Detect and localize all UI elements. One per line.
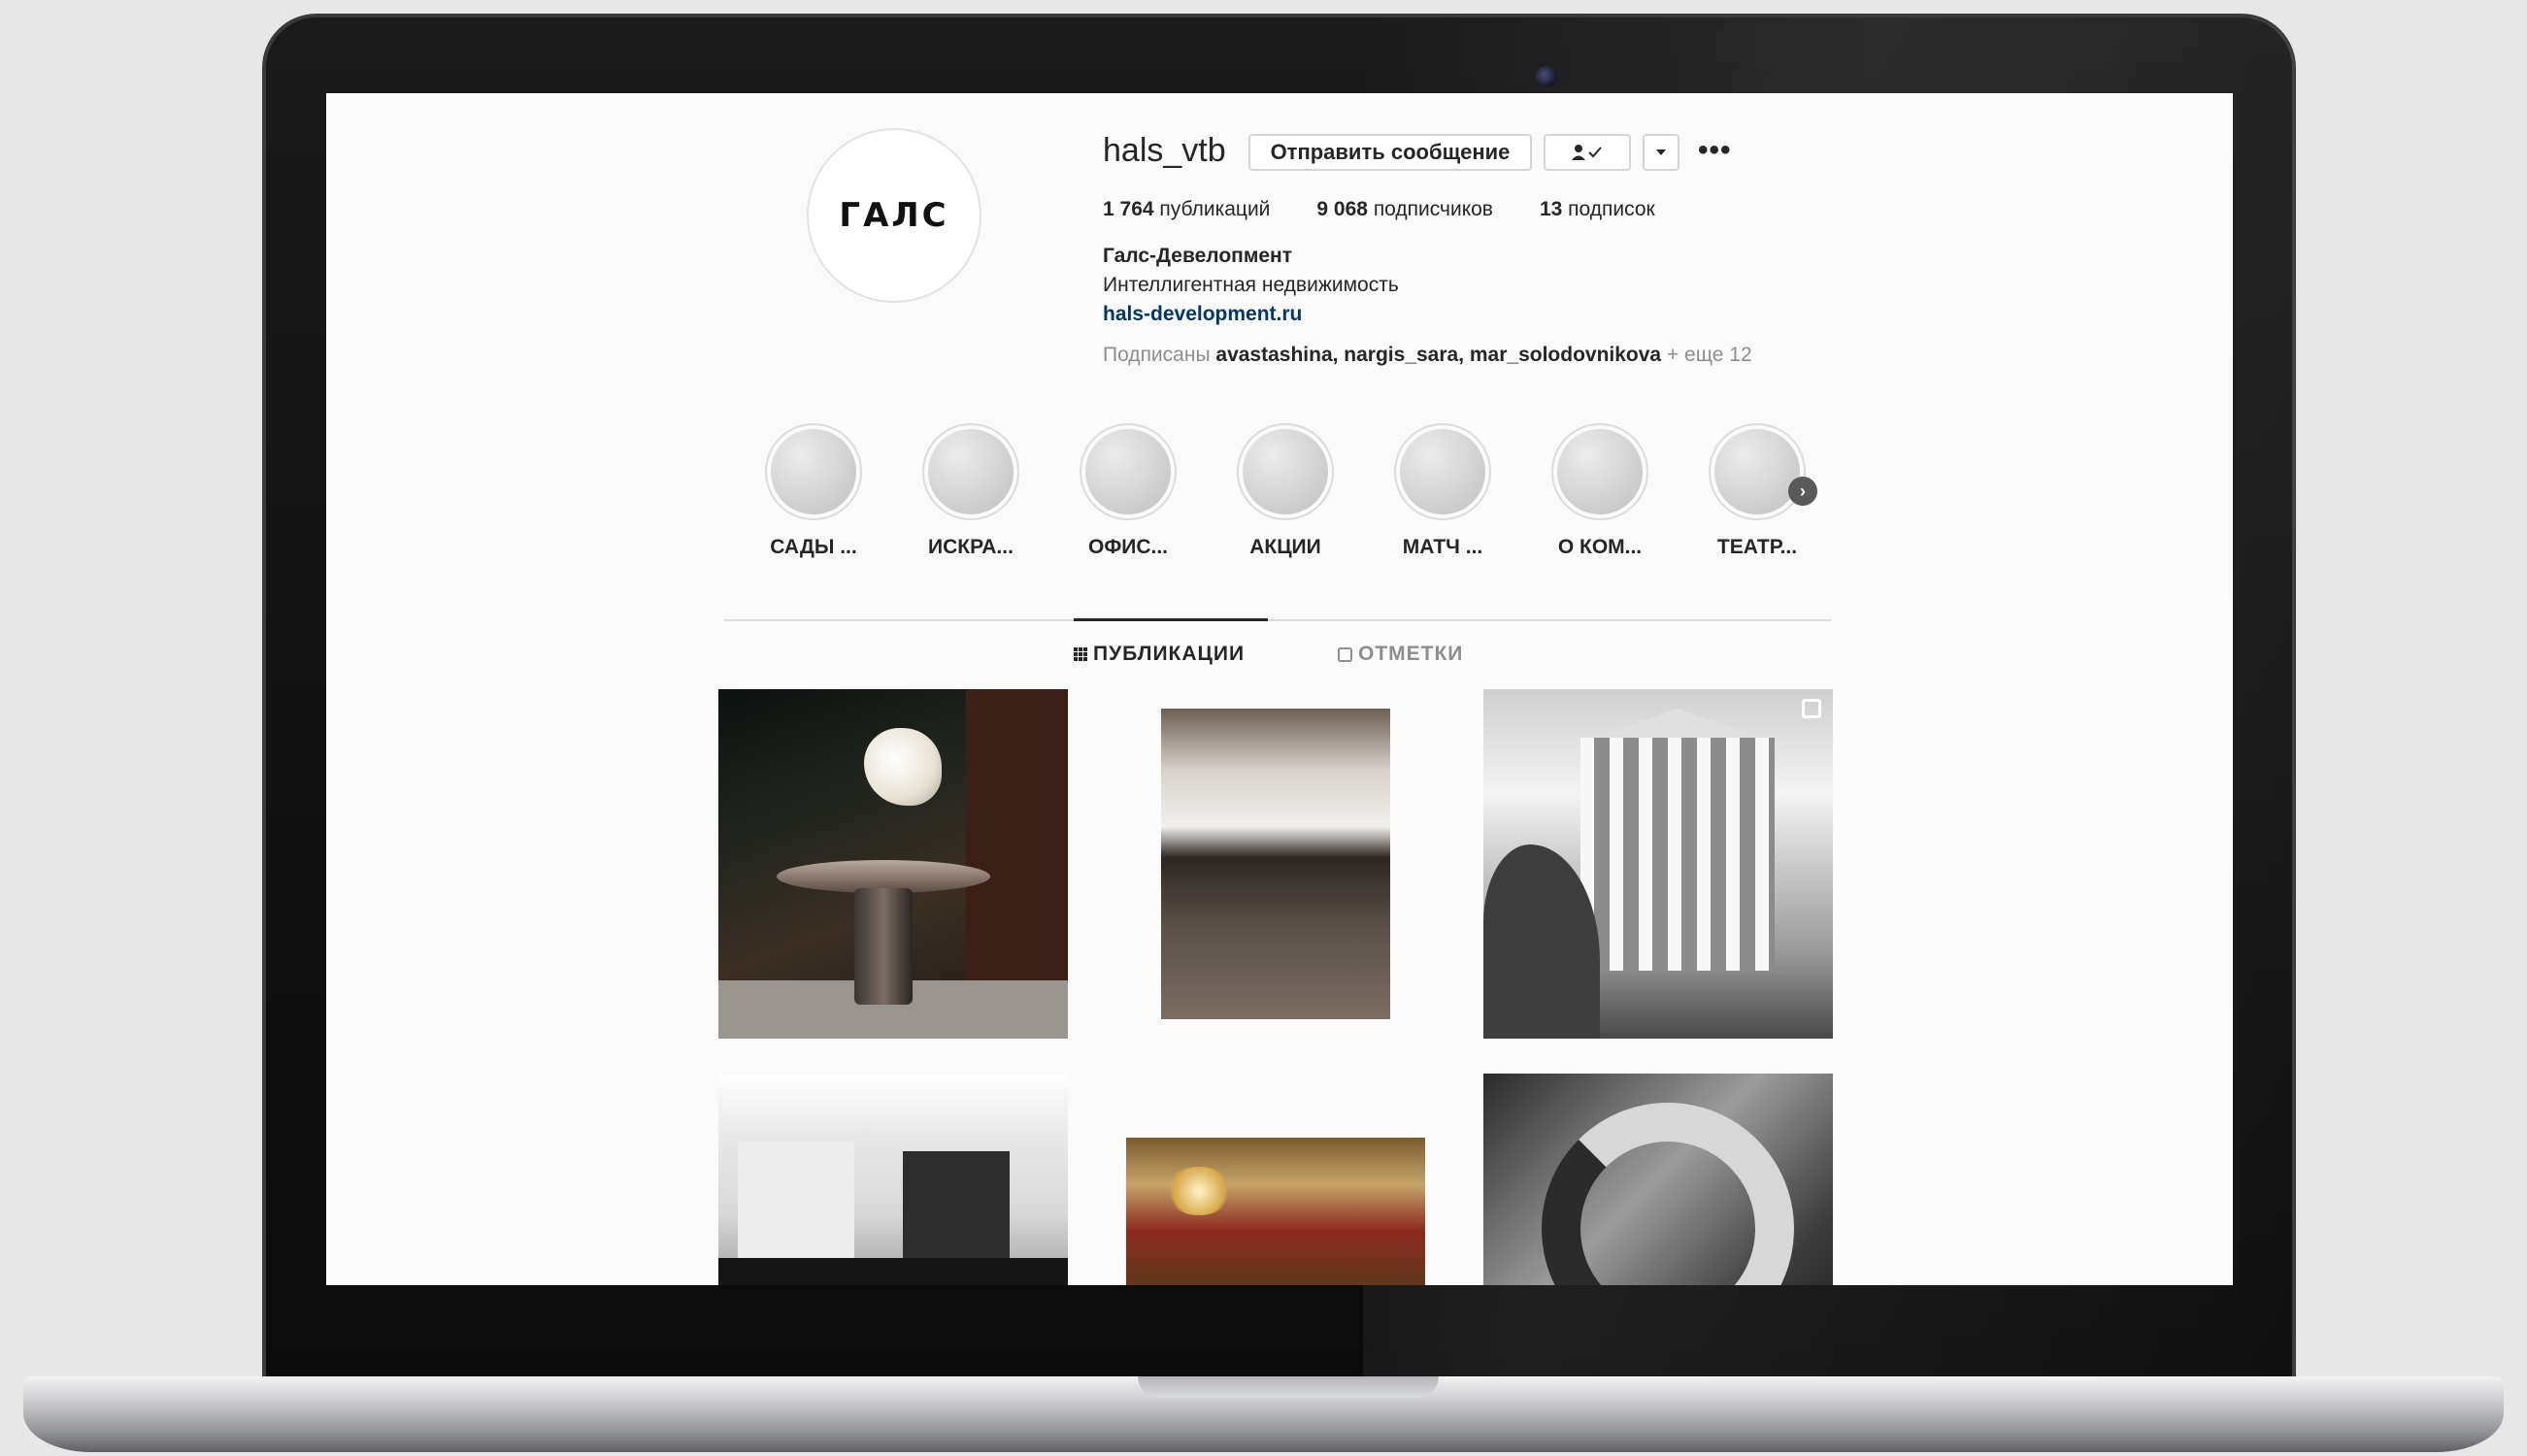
profile-username: hals_vtb [1103,132,1226,169]
highlight-ring [1237,423,1334,520]
highlight-ring [1709,423,1806,520]
highlight-item[interactable]: МАТЧ ... [1394,423,1491,559]
followed-by[interactable]: Подписаны avastashina, nargis_sara, mar_… [1103,344,1752,367]
highlight-ring [1551,423,1648,520]
grid-icon [1074,647,1087,661]
post-image-detail [1165,1167,1233,1215]
highlight-cover [1400,429,1485,514]
profile-avatar[interactable]: ГАЛС [807,128,981,303]
following-button[interactable] [1544,134,1631,171]
tab-active-indicator [1074,618,1268,621]
followers-label: подписчиков [1373,198,1493,220]
highlight-label: ТЕАТР... [1716,536,1798,558]
highlight-label: ИСКРА... [928,536,1014,558]
highlight-item[interactable]: АКЦИИ [1237,423,1334,559]
bio-name: Галс-Девелопмент [1103,245,1293,267]
person-check-icon [1572,145,1602,160]
highlight-cover [1085,429,1171,514]
tab-posts-label: ПУБЛИКАЦИИ [1093,643,1246,665]
following-label: подписок [1568,198,1655,220]
highlight-item[interactable]: О КОМ... [1551,423,1648,559]
highlight-label: ОФИС... [1087,536,1169,558]
webcam [1536,66,1557,87]
post-image-detail [854,888,913,1005]
highlight-label: АКЦИИ [1249,536,1321,558]
post-thumbnail[interactable] [1101,689,1450,1039]
posts-count: 1 764 [1103,198,1154,220]
post-thumbnail[interactable] [1483,1074,1833,1285]
chevron-down-icon [1656,149,1666,155]
bio-website-link[interactable]: hals-development.ru [1103,303,1302,326]
post-image-detail [718,1258,1068,1285]
tag-icon [1338,646,1352,662]
post-image-detail [1161,709,1390,1019]
highlight-label: МАТЧ ... [1402,536,1483,558]
highlight-cover [771,429,856,514]
post-thumbnail[interactable] [1101,1074,1450,1285]
highlight-cover [1557,429,1643,514]
highlight-cover [928,429,1014,514]
post-image-detail [718,1074,1068,1132]
send-message-button[interactable]: Отправить сообщение [1248,134,1532,171]
post-thumbnail[interactable] [718,1074,1068,1285]
post-image-detail [1580,738,1775,971]
post-image-detail [1542,1103,1794,1285]
bio-description: Интеллигентная недвижимость [1103,274,1399,296]
more-icon[interactable]: ••• [1698,136,1732,165]
followed-by-more: + еще 12 [1666,344,1752,366]
post-image-detail [738,1142,854,1258]
posts-stat[interactable]: 1 764 публикаций [1103,198,1270,221]
suggested-accounts-button[interactable] [1643,134,1679,171]
post-thumbnail[interactable] [1483,689,1833,1039]
followed-by-prefix: Подписаны [1103,344,1211,366]
highlight-ring [765,423,862,520]
following-count: 13 [1539,198,1563,220]
story-highlights: САДЫ ... ИСКРА... ОФИС... АКЦИИ МАТЧ ...… [765,423,1806,559]
post-image-detail [1126,1138,1425,1285]
posts-label: публикаций [1159,198,1271,220]
highlight-label: О КОМ... [1557,536,1643,558]
highlight-cover [1714,429,1800,514]
screen: ГАЛС hals_vtb Отправить сообщение ••• 1 … [326,93,2233,1285]
highlight-item[interactable]: САДЫ ... [765,423,862,559]
brand-logo-text: ГАЛС [839,196,949,235]
highlight-item[interactable]: ОФИС... [1080,423,1177,559]
highlight-ring [1080,423,1177,520]
laptop-notch [1138,1376,1439,1398]
followers-count: 9 068 [1316,198,1368,220]
post-image-detail [966,689,1068,980]
post-image-detail [864,728,942,806]
highlight-item[interactable]: ИСКРА... [922,423,1019,559]
chevron-right-icon[interactable]: › [1788,477,1817,506]
highlight-cover [1243,429,1328,514]
laptop-base [23,1376,2504,1452]
highlight-ring [922,423,1019,520]
followers-stat[interactable]: 9 068 подписчиков [1316,198,1493,221]
tab-tagged-label: ОТМЕТКИ [1358,643,1464,665]
tab-tagged[interactable]: ОТМЕТКИ [1338,643,1463,666]
followed-by-users: avastashina, nargis_sara, mar_solodovnik… [1215,344,1662,366]
highlight-ring [1394,423,1491,520]
tab-posts[interactable]: ПУБЛИКАЦИИ [1074,643,1245,666]
carousel-icon [1802,699,1821,718]
highlight-label: САДЫ ... [770,536,857,558]
tab-divider [724,619,1831,621]
following-stat[interactable]: 13 подписок [1540,198,1655,221]
post-thumbnail[interactable] [718,689,1068,1039]
brand-logo: ГАЛС [839,196,948,235]
profile-stats: 1 764 публикаций 9 068 подписчиков 13 по… [1103,198,1655,221]
